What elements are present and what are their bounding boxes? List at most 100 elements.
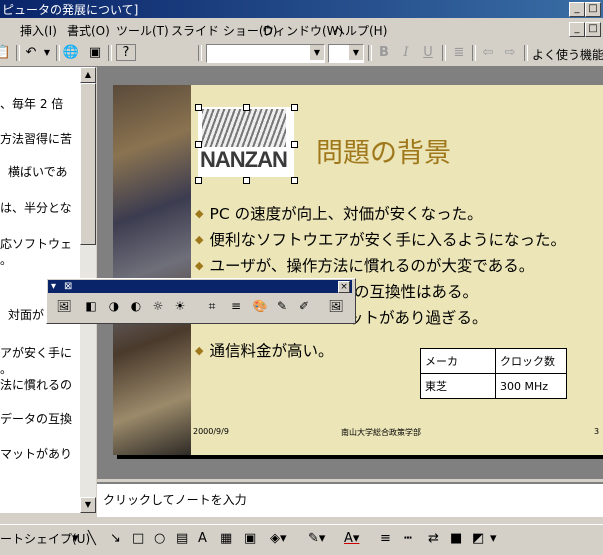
doc-minimize-icon[interactable]: _ (569, 22, 585, 37)
arrow-style-icon[interactable]: ⇄ (428, 531, 439, 547)
line-color-icon[interactable]: ✎▾ (308, 531, 325, 547)
wordart-icon[interactable]: A (198, 531, 207, 547)
oval-tool-icon[interactable]: ○ (154, 531, 165, 547)
arrow-left-icon[interactable]: ⇦ (479, 44, 497, 62)
more-brightness-icon[interactable]: ☼ (149, 297, 167, 315)
font-size-combo[interactable]: ▼ (328, 44, 364, 63)
footer-page-number: 3 (594, 427, 600, 436)
scroll-up-icon[interactable]: ▲ (80, 67, 96, 83)
selection-handle[interactable] (195, 141, 202, 148)
bullet-item[interactable]: ットがあり過ぎる。 (348, 306, 488, 328)
maximize-icon[interactable]: □ (585, 2, 601, 17)
menu-tools[interactable]: ツール(T) (116, 22, 169, 39)
rectangle-tool-icon[interactable]: □ (132, 531, 144, 547)
logo-text: NANZAN (200, 147, 288, 172)
web-globe-icon[interactable]: 🌐 (62, 44, 80, 62)
bullet-item[interactable]: ◆ 通信料金が高い。 (195, 339, 333, 361)
toolbar-handle-icon[interactable]: ⊠ (64, 280, 72, 293)
close-icon[interactable]: × (338, 281, 350, 293)
selection-handle[interactable] (195, 177, 202, 184)
undo-dropdown-icon[interactable]: ▼ (38, 44, 56, 62)
clock-table[interactable]: メーカ クロック数 東芝 300 MHz (420, 348, 567, 399)
picture-toolbar-titlebar[interactable]: ▾ ⊠ × (48, 280, 352, 293)
clipart-icon[interactable]: ▦ (220, 531, 232, 547)
minimize-icon[interactable]: _ (569, 2, 585, 17)
table-cell: 300 MHz (495, 373, 567, 399)
arrow-tool-icon[interactable]: ↘ (110, 531, 121, 547)
menu-format[interactable]: 書式(O) (67, 22, 110, 39)
align-icon[interactable]: ≣ (450, 44, 468, 62)
outline-line: データの互換 (0, 412, 73, 426)
selection-handle[interactable] (291, 141, 298, 148)
fill-color-icon[interactable]: ◈▾ (270, 531, 287, 547)
recolor-picture-icon[interactable]: 🎨 (251, 297, 269, 315)
doc-restore-icon[interactable]: □ (585, 22, 601, 37)
outline-line: は、半分とな (0, 201, 72, 215)
arrow-right-icon[interactable]: ⇨ (501, 44, 519, 62)
format-picture-icon[interactable]: ✎ (273, 297, 291, 315)
underline-icon[interactable]: U (419, 44, 437, 62)
nanzan-logo[interactable]: NANZAN (198, 107, 294, 177)
menu-bar: ) 挿入(I) 書式(O) ツール(T) スライド ショー(D) ウィンドウ(W… (0, 18, 603, 40)
insert-picture-icon[interactable]: ▣ (244, 531, 256, 547)
toolbar-separator (198, 45, 202, 61)
3d-icon[interactable]: ◩ (472, 531, 484, 547)
chevron-down-icon[interactable]: ▼ (349, 45, 363, 60)
crop-icon[interactable]: ⌗ (203, 297, 221, 315)
logo-art-image (202, 109, 286, 147)
italic-icon[interactable]: I (397, 44, 415, 62)
diamond-bullet-icon: ◆ (195, 207, 204, 220)
toolbar-separator (472, 45, 476, 61)
font-name-combo[interactable]: ▼ (206, 44, 325, 63)
set-transparent-color-icon[interactable]: ✐ (295, 297, 313, 315)
bullet-item[interactable]: ◆ 便利なソフトウエアが安く手に入るようになった。 (195, 228, 566, 250)
selection-handle[interactable] (291, 104, 298, 111)
bold-icon[interactable]: B (375, 44, 393, 62)
new-slide-icon[interactable]: ▣ (86, 44, 104, 62)
chevron-down-icon[interactable]: ▾ (72, 531, 79, 547)
help-icon[interactable]: ? (116, 44, 136, 61)
notes-pane[interactable]: クリックしてノートを入力 (97, 482, 603, 517)
selection-handle[interactable] (243, 104, 250, 111)
paste-icon[interactable]: 📋 (0, 44, 12, 62)
outline-line: 法に慣れるの (0, 378, 73, 392)
menu-insert[interactable]: 挿入(I) (20, 22, 57, 39)
dash-style-icon[interactable]: ┅ (404, 531, 412, 547)
image-control-icon[interactable]: ◧ (82, 297, 100, 315)
line-style-icon[interactable]: ≡ (227, 297, 245, 315)
diamond-bullet-icon: ◆ (195, 259, 204, 272)
menu-help[interactable]: ヘルプ(H) (333, 22, 387, 39)
footer-organization: 南山大学総合政策学部 (341, 428, 421, 437)
textbox-tool-icon[interactable]: ▤ (176, 531, 188, 547)
selection-handle[interactable] (195, 104, 202, 111)
table-header: メーカ (420, 348, 496, 374)
chevron-down-icon[interactable]: ▼ (310, 45, 324, 60)
scroll-down-icon[interactable]: ▼ (80, 497, 96, 513)
picture-toolbar[interactable]: ▾ ⊠ × 🖼 ◧ ◑ ◐ ☼ ☀ ⌗ ≡ 🎨 ✎ ✐ 🖼 (46, 278, 356, 324)
more-contrast-icon[interactable]: ◑ (105, 297, 123, 315)
less-contrast-icon[interactable]: ◐ (127, 297, 145, 315)
toolbar-separator (108, 45, 112, 61)
toolbar-menu-icon[interactable]: ▾ (51, 280, 56, 293)
less-brightness-icon[interactable]: ☀ (171, 297, 189, 315)
line-style-icon[interactable]: ≡ (380, 531, 391, 547)
font-color-icon[interactable]: A▾ (344, 531, 359, 547)
table-row: 東芝 300 MHz (420, 373, 567, 399)
bullet-item[interactable]: ◆ ユーザが、操作方法に慣れるのが大変である。 (195, 254, 534, 276)
selection-handle[interactable] (291, 177, 298, 184)
insert-picture-icon[interactable]: 🖼 (55, 297, 73, 315)
outline-line: 応ソフトウェ (0, 237, 73, 251)
chevron-down-icon[interactable]: ▾ (490, 531, 497, 547)
line-tool-icon[interactable]: ╲ (88, 531, 96, 547)
slide-canvas[interactable]: NANZAN 問題の背景 ◆ PC の速度が向上、対価が安くなった。 ◆ 便利なソフ… (113, 85, 603, 455)
frequent-functions-button[interactable]: よく使う機能(C (532, 46, 603, 63)
slide-title[interactable]: 問題の背景 (316, 131, 451, 170)
shadow-icon[interactable]: ■ (450, 531, 462, 547)
scroll-thumb[interactable] (80, 83, 96, 245)
bullet-item[interactable]: ◆ PC の速度が向上、対価が安くなった。 (195, 202, 483, 224)
reset-picture-icon[interactable]: 🖼 (327, 297, 345, 315)
toolbar-separator (368, 45, 372, 61)
menu-window[interactable]: ウィンドウ(W) (262, 22, 343, 39)
selection-handle[interactable] (243, 177, 250, 184)
outline-line: マットがあり (0, 447, 73, 461)
